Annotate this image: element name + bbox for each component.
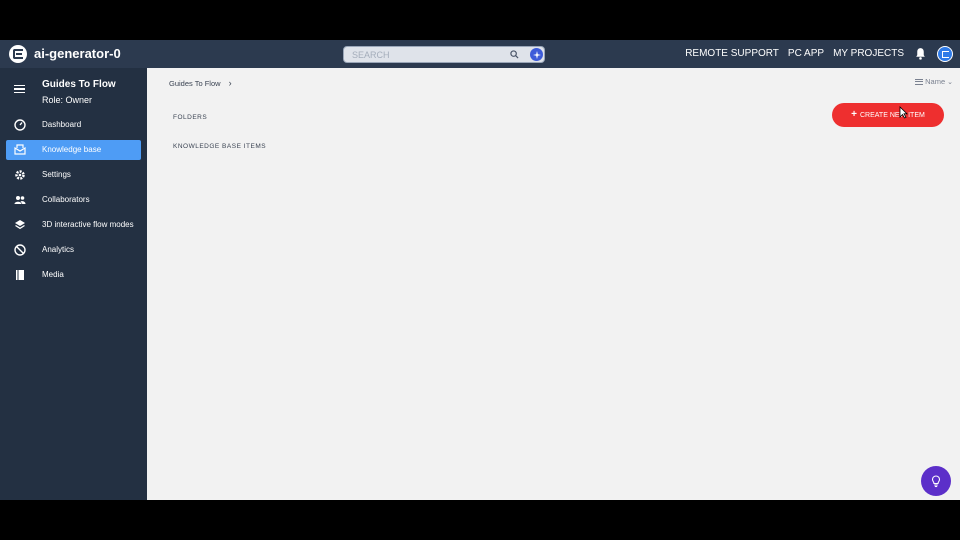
mouse-cursor-icon <box>899 106 908 119</box>
breadcrumb: Guides To Flow › <box>169 78 232 88</box>
hamburger-menu-icon[interactable] <box>14 85 25 93</box>
bell-icon[interactable] <box>914 47 927 60</box>
sidebar-item-label: Dashboard <box>42 120 82 129</box>
app-logo-icon[interactable] <box>9 45 27 63</box>
top-nav: REMOTE SUPPORT PC APP MY PROJECTS <box>685 48 904 59</box>
plus-icon: + <box>851 109 857 120</box>
sidebar-item-label: Media <box>42 270 64 279</box>
sort-label: Name <box>925 77 946 86</box>
top-bar: ai-generator-0 REMOTE SUPPORT PC APP MY … <box>0 40 960 68</box>
sidebar-item-dashboard[interactable]: Dashboard <box>6 115 141 135</box>
dashboard-icon <box>14 119 26 131</box>
app-title: ai-generator-0 <box>34 46 121 61</box>
search-input[interactable] <box>352 49 502 61</box>
media-icon <box>14 269 26 281</box>
sidebar-item-label: Settings <box>42 170 71 179</box>
sidebar: Guides To Flow Role: Owner Dashboard Kno… <box>0 68 147 500</box>
sidebar-item-label: Knowledge base <box>42 145 102 154</box>
search-bar[interactable] <box>343 46 545 63</box>
layers-icon <box>14 219 26 231</box>
sidebar-item-analytics[interactable]: Analytics <box>6 240 141 260</box>
chevron-right-icon: › <box>228 78 232 88</box>
knowledge-base-icon <box>14 144 26 156</box>
sort-dropdown[interactable]: Name ⌄ <box>915 77 953 86</box>
create-button-label: CREATE NEW ITEM <box>860 111 925 119</box>
kb-items-heading: KNOWLEDGE BASE ITEMS <box>173 143 267 150</box>
pc-app-link[interactable]: PC APP <box>788 48 824 59</box>
lightbulb-icon <box>931 475 941 488</box>
sidebar-item-label: 3D interactive flow modes <box>42 220 134 229</box>
remote-support-link[interactable]: REMOTE SUPPORT <box>685 48 779 59</box>
sidebar-item-label: Collaborators <box>42 195 90 204</box>
project-title: Guides To Flow <box>42 79 116 90</box>
folders-heading: FOLDERS <box>173 114 208 121</box>
sidebar-item-knowledge-base[interactable]: Knowledge base <box>6 140 141 160</box>
breadcrumb-item[interactable]: Guides To Flow <box>169 79 221 88</box>
create-new-item-button[interactable]: + CREATE NEW ITEM <box>832 103 944 127</box>
app-window: ai-generator-0 REMOTE SUPPORT PC APP MY … <box>0 40 960 500</box>
main-content: Guides To Flow › Name ⌄ FOLDERS KNOWLEDG… <box>147 68 960 500</box>
sidebar-item-media[interactable]: Media <box>6 265 141 285</box>
list-icon <box>915 78 924 85</box>
ai-assistant-icon[interactable] <box>530 48 543 61</box>
help-lightbulb-button[interactable] <box>921 466 951 496</box>
my-projects-link[interactable]: MY PROJECTS <box>833 48 904 59</box>
analytics-icon <box>14 244 26 256</box>
sidebar-item-label: Analytics <box>42 245 75 254</box>
sidebar-item-collaborators[interactable]: Collaborators <box>6 190 141 210</box>
role-label: Role: Owner <box>42 95 93 105</box>
people-icon <box>14 194 26 206</box>
sidebar-item-3d-flow-modes[interactable]: 3D interactive flow modes <box>6 215 141 235</box>
chevron-down-icon: ⌄ <box>947 78 953 86</box>
gear-icon <box>14 169 26 181</box>
search-icon[interactable] <box>510 50 519 59</box>
sidebar-item-settings[interactable]: Settings <box>6 165 141 185</box>
user-avatar[interactable] <box>937 46 953 62</box>
